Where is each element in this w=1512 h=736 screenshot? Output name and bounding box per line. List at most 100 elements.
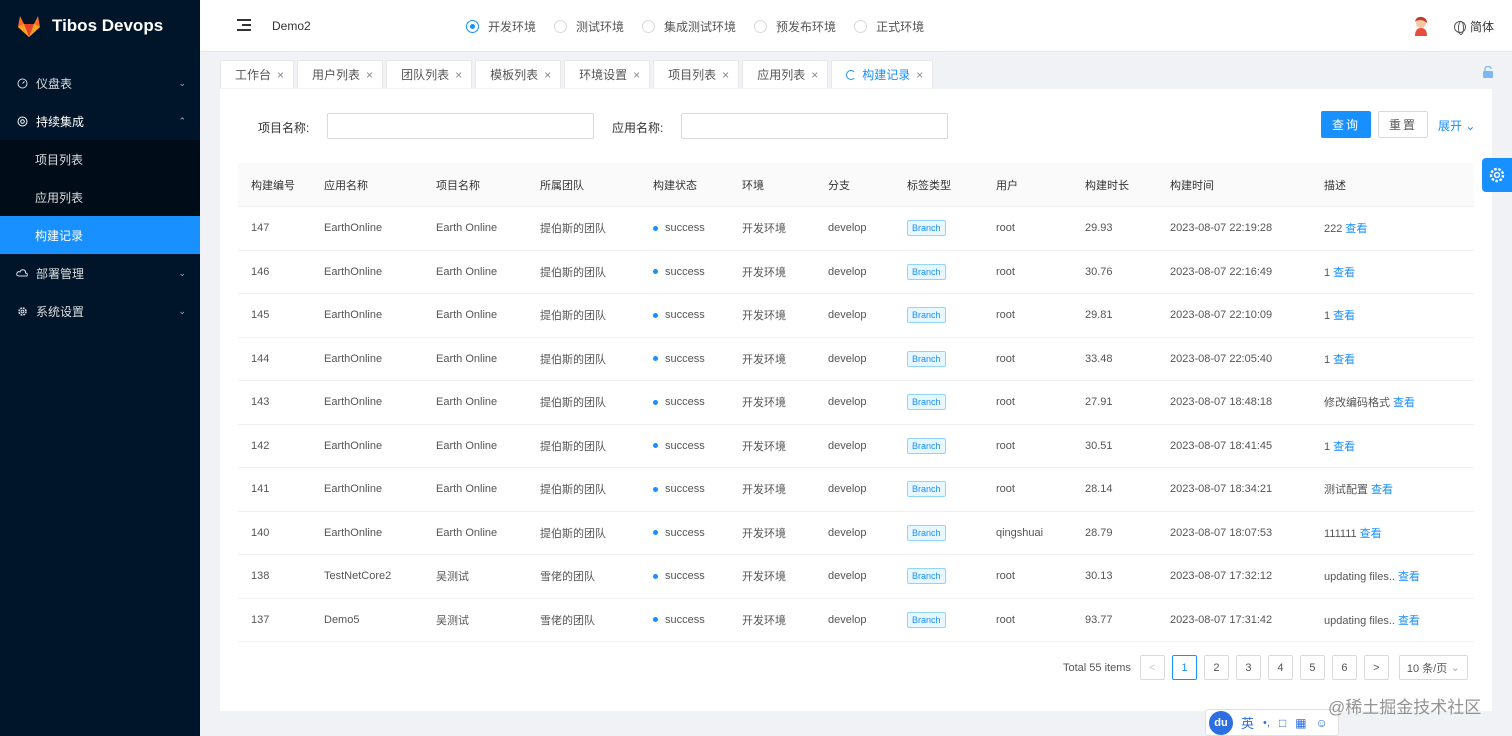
prev-page-button[interactable]: < (1139, 655, 1165, 680)
table-row: 137 Demo5 吴测试 雪佬的团队 success 开发环境 develop Branch… (238, 599, 1474, 642)
close-icon[interactable]: × (544, 68, 551, 82)
view-link[interactable]: 查看 (1360, 528, 1382, 540)
language-switch[interactable]: 简体 (1453, 18, 1494, 35)
next-page-button[interactable]: > (1363, 655, 1389, 680)
menu-item-deploy[interactable]: 部署管理 ⌄ (0, 254, 200, 292)
close-icon[interactable]: × (722, 68, 729, 82)
view-link[interactable]: 查看 (1333, 441, 1355, 453)
skin-icon[interactable]: □ (1279, 716, 1286, 730)
tab-user-list[interactable]: 用户列表 × (297, 60, 384, 88)
env-radio-preprod[interactable]: 预发布环境 (754, 18, 836, 35)
close-icon[interactable]: × (633, 68, 640, 82)
project-name-input[interactable] (327, 113, 594, 139)
status-dot-icon (653, 486, 658, 492)
keyboard-icon[interactable]: ▦ (1295, 716, 1306, 730)
close-icon[interactable]: × (277, 68, 284, 82)
tab-build-records[interactable]: 构建记录 × (831, 60, 934, 88)
status-text: success (665, 526, 705, 539)
total-count: Total 55 items (1063, 661, 1131, 674)
close-icon[interactable]: × (811, 68, 818, 82)
cell-tag: Branch (907, 394, 996, 411)
menu-item-settings[interactable]: 系统设置 ⌄ (0, 292, 200, 330)
tag-badge: Branch (907, 307, 946, 324)
tab-template-list[interactable]: 模板列表 × (475, 60, 562, 88)
page-1[interactable]: 1 (1171, 655, 1197, 680)
view-link[interactable]: 查看 (1345, 223, 1367, 235)
env-radio-prod[interactable]: 正式环境 (854, 18, 924, 35)
status-text: success (665, 222, 705, 235)
column-header: 项目名称 (436, 179, 480, 192)
expand-toggle[interactable]: 展开 ⌄ (1438, 117, 1475, 134)
view-link[interactable]: 查看 (1333, 354, 1355, 366)
app-name-input[interactable] (681, 113, 948, 139)
tag-badge: Branch (907, 263, 946, 280)
cell-app: EarthOnline (324, 222, 383, 235)
watermark: @稀土掘金技术社区 (1328, 698, 1482, 717)
menu-fold-icon[interactable] (237, 18, 253, 33)
user-avatar[interactable] (1412, 16, 1430, 36)
close-icon[interactable]: × (366, 68, 373, 82)
tab-team-list[interactable]: 团队列表 × (386, 60, 473, 88)
cell-project: 吴测试 (436, 614, 469, 627)
query-button[interactable]: 查询 (1321, 111, 1371, 138)
cell-time: 2023-08-07 22:19:28 (1170, 222, 1273, 235)
env-radio-integration[interactable]: 集成测试环境 (642, 18, 736, 35)
sidebar-item-project-list[interactable]: 项目列表 (0, 140, 200, 178)
view-link[interactable]: 查看 (1371, 484, 1393, 496)
cell-user: root (996, 439, 1015, 452)
cell-project: Earth Online (436, 352, 498, 365)
tab-app-list[interactable]: 应用列表 × (742, 60, 829, 88)
ime-mode[interactable]: 英 (1241, 713, 1254, 732)
cell-duration: 29.81 (1085, 309, 1113, 322)
tab-env-settings[interactable]: 环境设置 × (564, 60, 651, 88)
logo[interactable]: Tibos Devops (0, 0, 200, 52)
cell-status: success (653, 396, 742, 408)
punctuation-icon[interactable]: •, (1263, 717, 1270, 729)
reload-icon[interactable] (846, 69, 857, 80)
column-header: 构建时长 (1085, 179, 1129, 192)
settings-drawer-button[interactable] (1482, 158, 1512, 192)
tab-project-list[interactable]: 项目列表 × (653, 60, 740, 88)
page-3[interactable]: 3 (1235, 655, 1261, 680)
close-icon[interactable]: × (455, 68, 462, 82)
sidebar-item-build-records[interactable]: 构建记录 (0, 216, 200, 254)
chevron-down-icon: ⌄ (178, 77, 186, 88)
cell-app: EarthOnline (324, 483, 383, 496)
view-link[interactable]: 查看 (1333, 267, 1355, 279)
page-4[interactable]: 4 (1267, 655, 1293, 680)
menu-item-ci[interactable]: 持续集成 ⌃ (0, 102, 200, 140)
reset-button[interactable]: 重置 (1378, 111, 1428, 138)
cell-app: EarthOnline (324, 396, 383, 409)
cell-project: 吴测试 (436, 571, 469, 584)
view-link[interactable]: 查看 (1333, 310, 1355, 322)
view-link[interactable]: 查看 (1398, 615, 1420, 627)
tab-label: 用户列表 (312, 68, 361, 82)
cell-duration: 93.77 (1085, 613, 1113, 626)
env-radio-dev[interactable]: 开发环境 (466, 18, 536, 35)
page-size-select[interactable]: 10 条/页 ⌄ (1398, 655, 1468, 680)
view-link[interactable]: 查看 (1398, 571, 1420, 583)
cell-tag: Branch (907, 307, 996, 324)
table-row: 140 EarthOnline Earth Online 提伯斯的团队 success 开… (238, 512, 1474, 555)
env-radio-test[interactable]: 测试环境 (554, 18, 624, 35)
ime-toolbar[interactable]: du 英 •, □ ▦ ☺ (1205, 709, 1339, 736)
table-header: 构建编号 应用名称 项目名称 所属团队 构建状态 环境 分支 标签类型 用户 构… (238, 163, 1474, 207)
cell-status: success (653, 483, 742, 495)
menu-item-dashboard[interactable]: 仪盘表 ⌄ (0, 64, 200, 102)
view-link[interactable]: 查看 (1393, 397, 1415, 409)
page-5[interactable]: 5 (1299, 655, 1325, 680)
close-icon[interactable]: × (916, 68, 923, 82)
env-label: 测试环境 (576, 19, 625, 34)
page-2[interactable]: 2 (1203, 655, 1229, 680)
tab-workbench[interactable]: 工作台 × (220, 60, 295, 88)
cell-project: Earth Online (436, 265, 498, 278)
user-icon[interactable]: ☺ (1316, 716, 1328, 730)
sidebar-item-app-list[interactable]: 应用列表 (0, 178, 200, 216)
page-size-value: 10 条/页 (1406, 662, 1448, 675)
tag-badge: Branch (907, 350, 946, 367)
cell-branch: develop (828, 265, 867, 278)
table-row: 145 EarthOnline Earth Online 提伯斯的团队 success 开… (238, 294, 1474, 338)
lock-icon[interactable] (1482, 66, 1494, 78)
column-header: 标签类型 (907, 179, 951, 192)
page-6[interactable]: 6 (1331, 655, 1357, 680)
